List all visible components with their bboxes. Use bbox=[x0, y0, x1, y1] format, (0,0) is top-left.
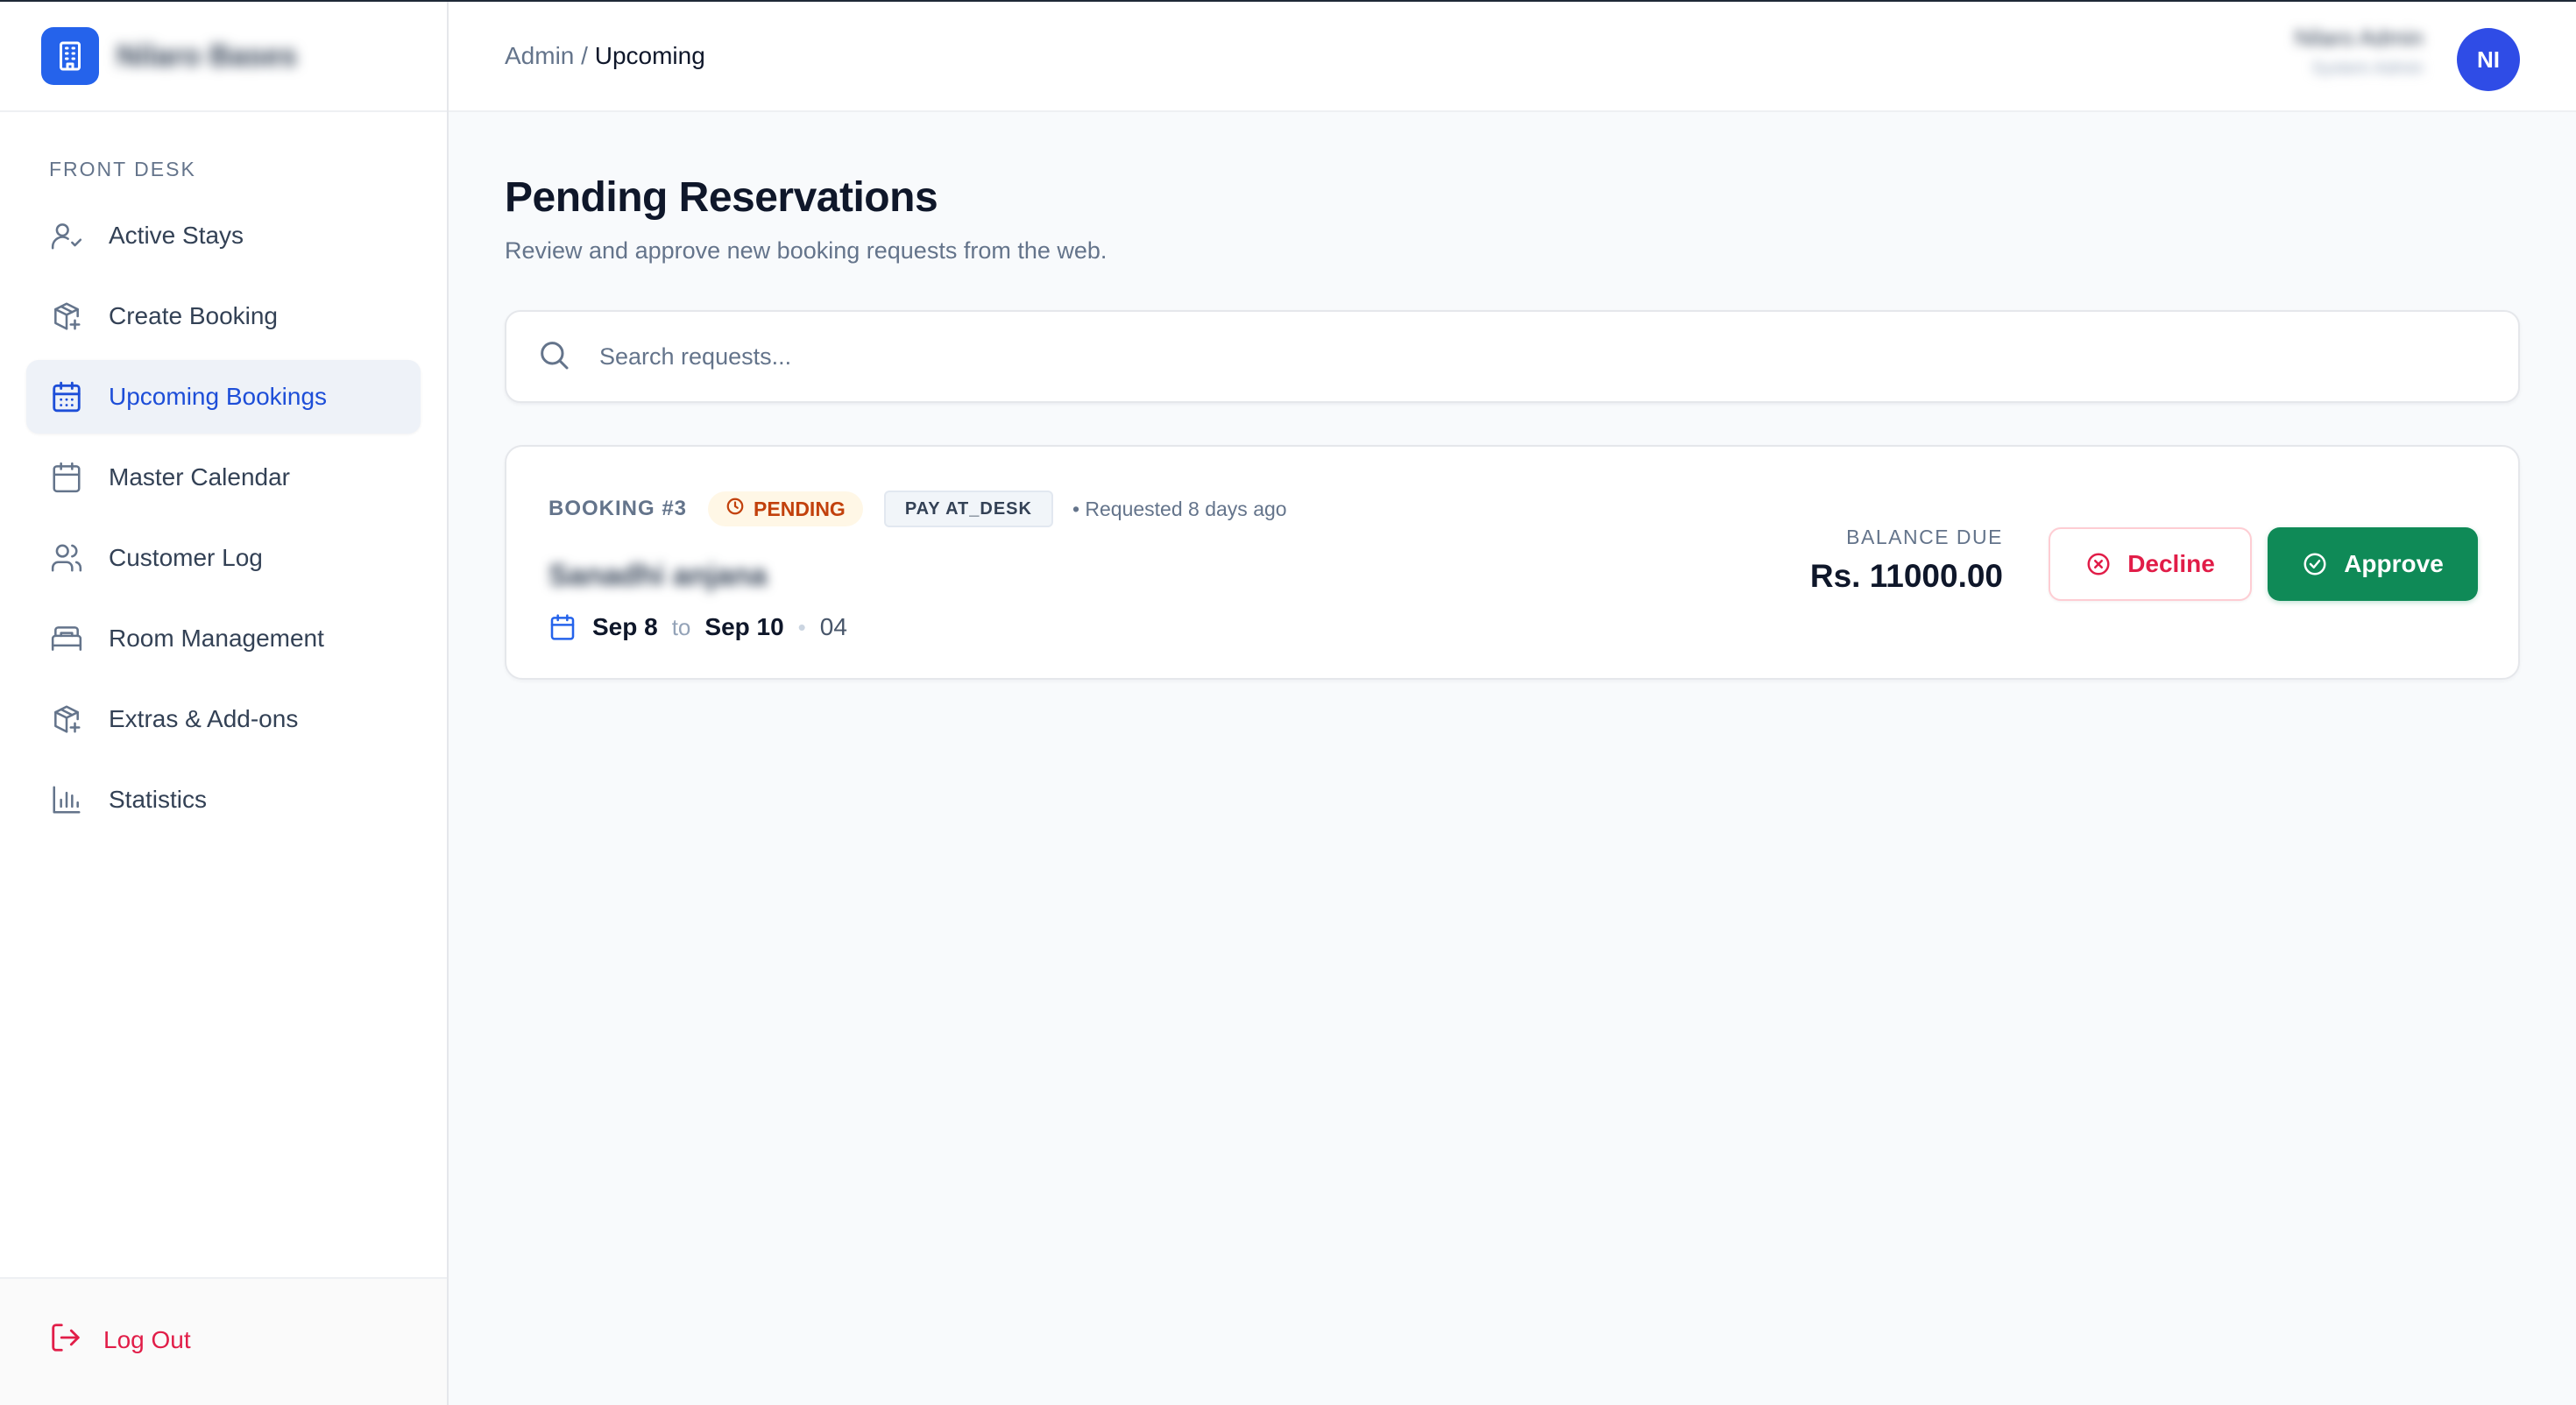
sidebar: Nilaro Bases FRONT DESK Active Stays Cre… bbox=[0, 2, 449, 1405]
balance-label: BALANCE DUE bbox=[1846, 526, 2003, 548]
users-icon bbox=[49, 540, 84, 575]
sidebar-item-statistics[interactable]: Statistics bbox=[26, 763, 421, 837]
status-label: PENDING bbox=[754, 497, 846, 520]
approve-button[interactable]: Approve bbox=[2268, 527, 2478, 601]
sidebar-item-label: Statistics bbox=[109, 786, 208, 813]
sidebar-item-label: Master Calendar bbox=[109, 463, 290, 491]
page-title: Pending Reservations bbox=[505, 174, 938, 221]
sidebar-item-extras-add-ons[interactable]: Extras & Add-ons bbox=[26, 682, 421, 756]
breadcrumb-root[interactable]: Admin bbox=[505, 42, 574, 69]
date-to-label: to bbox=[671, 613, 691, 640]
sidebar-item-label: Room Management bbox=[109, 625, 324, 652]
sidebar-nav: Active Stays Create Booking Upcoming Boo… bbox=[0, 199, 447, 837]
search-icon bbox=[536, 337, 571, 377]
breadcrumb-separator: / bbox=[581, 42, 588, 69]
approve-label: Approve bbox=[2344, 550, 2444, 577]
check-circle-icon bbox=[2302, 551, 2328, 577]
requested-time: • Requested 8 days ago bbox=[1072, 497, 1287, 520]
sidebar-item-label: Upcoming Bookings bbox=[109, 383, 328, 410]
calendar-days-icon bbox=[49, 379, 84, 414]
search-input[interactable] bbox=[599, 342, 2176, 371]
booking-id: BOOKING #3 bbox=[548, 497, 688, 520]
avatar[interactable]: NI bbox=[2457, 28, 2520, 91]
payment-badge: PAY AT_DESK bbox=[883, 491, 1053, 527]
logout-button[interactable]: Log Out bbox=[49, 1321, 191, 1359]
dot-separator: • bbox=[797, 613, 806, 640]
package-plus-icon bbox=[49, 702, 84, 737]
clock-icon bbox=[725, 497, 745, 521]
building-icon bbox=[41, 27, 99, 85]
guest-name: Sanadhi anjana bbox=[548, 559, 768, 592]
balance-due: BALANCE DUE Rs. 11000.00 bbox=[1810, 526, 2003, 595]
brand[interactable]: Nilaro Bases bbox=[0, 2, 447, 112]
breadcrumb-current: Upcoming bbox=[594, 42, 705, 69]
check-in-date: Sep 8 bbox=[592, 613, 658, 640]
sidebar-item-label: Customer Log bbox=[109, 544, 263, 571]
bar-chart-icon bbox=[49, 782, 84, 817]
sidebar-item-label: Create Booking bbox=[109, 302, 279, 329]
section-label-front-desk: FRONT DESK bbox=[49, 158, 196, 180]
sidebar-item-active-stays[interactable]: Active Stays bbox=[26, 199, 421, 272]
breadcrumb: Admin / Upcoming bbox=[505, 42, 705, 70]
sidebar-item-room-management[interactable]: Room Management bbox=[26, 602, 421, 675]
user-check-icon bbox=[49, 218, 84, 253]
user-role: System Admin bbox=[2311, 59, 2424, 78]
calendar-icon bbox=[49, 460, 84, 495]
logout-label: Log Out bbox=[103, 1325, 191, 1353]
sidebar-item-label: Extras & Add-ons bbox=[109, 705, 299, 732]
booking-dates: Sep 8 to Sep 10 • 04 bbox=[548, 613, 847, 641]
brand-name: Nilaro Bases bbox=[117, 39, 297, 73]
user-name: Nilaro Admin bbox=[2294, 25, 2424, 51]
user-info: Nilaro Admin System Admin bbox=[2295, 25, 2424, 79]
sidebar-item-master-calendar[interactable]: Master Calendar bbox=[26, 441, 421, 514]
search-bar bbox=[505, 310, 2520, 403]
top-header: Admin / Upcoming Nilaro Admin System Adm… bbox=[449, 2, 2576, 112]
page-subtitle: Review and approve new booking requests … bbox=[505, 237, 1108, 264]
balance-amount: Rs. 11000.00 bbox=[1809, 558, 2003, 594]
sidebar-item-create-booking[interactable]: Create Booking bbox=[26, 279, 421, 353]
booking-meta: BOOKING #3 PENDING PAY AT_DESK • Request… bbox=[548, 491, 1287, 527]
logout-icon bbox=[49, 1321, 82, 1359]
sidebar-item-label: Active Stays bbox=[109, 222, 244, 249]
decline-label: Decline bbox=[2127, 550, 2215, 577]
sidebar-item-customer-log[interactable]: Customer Log bbox=[26, 521, 421, 595]
check-out-date: Sep 10 bbox=[704, 613, 784, 640]
sidebar-item-upcoming-bookings[interactable]: Upcoming Bookings bbox=[26, 360, 421, 434]
x-circle-icon bbox=[2085, 551, 2112, 577]
bed-icon bbox=[49, 621, 84, 656]
status-badge: PENDING bbox=[708, 491, 863, 526]
decline-button[interactable]: Decline bbox=[2049, 527, 2252, 601]
sidebar-footer: Log Out bbox=[0, 1277, 447, 1405]
main-content: Pending Reservations Review and approve … bbox=[505, 112, 2520, 680]
package-plus-icon bbox=[49, 299, 84, 334]
booking-card: BOOKING #3 PENDING PAY AT_DESK • Request… bbox=[505, 445, 2520, 680]
calendar-icon bbox=[548, 613, 577, 641]
room-number: 04 bbox=[819, 613, 847, 640]
